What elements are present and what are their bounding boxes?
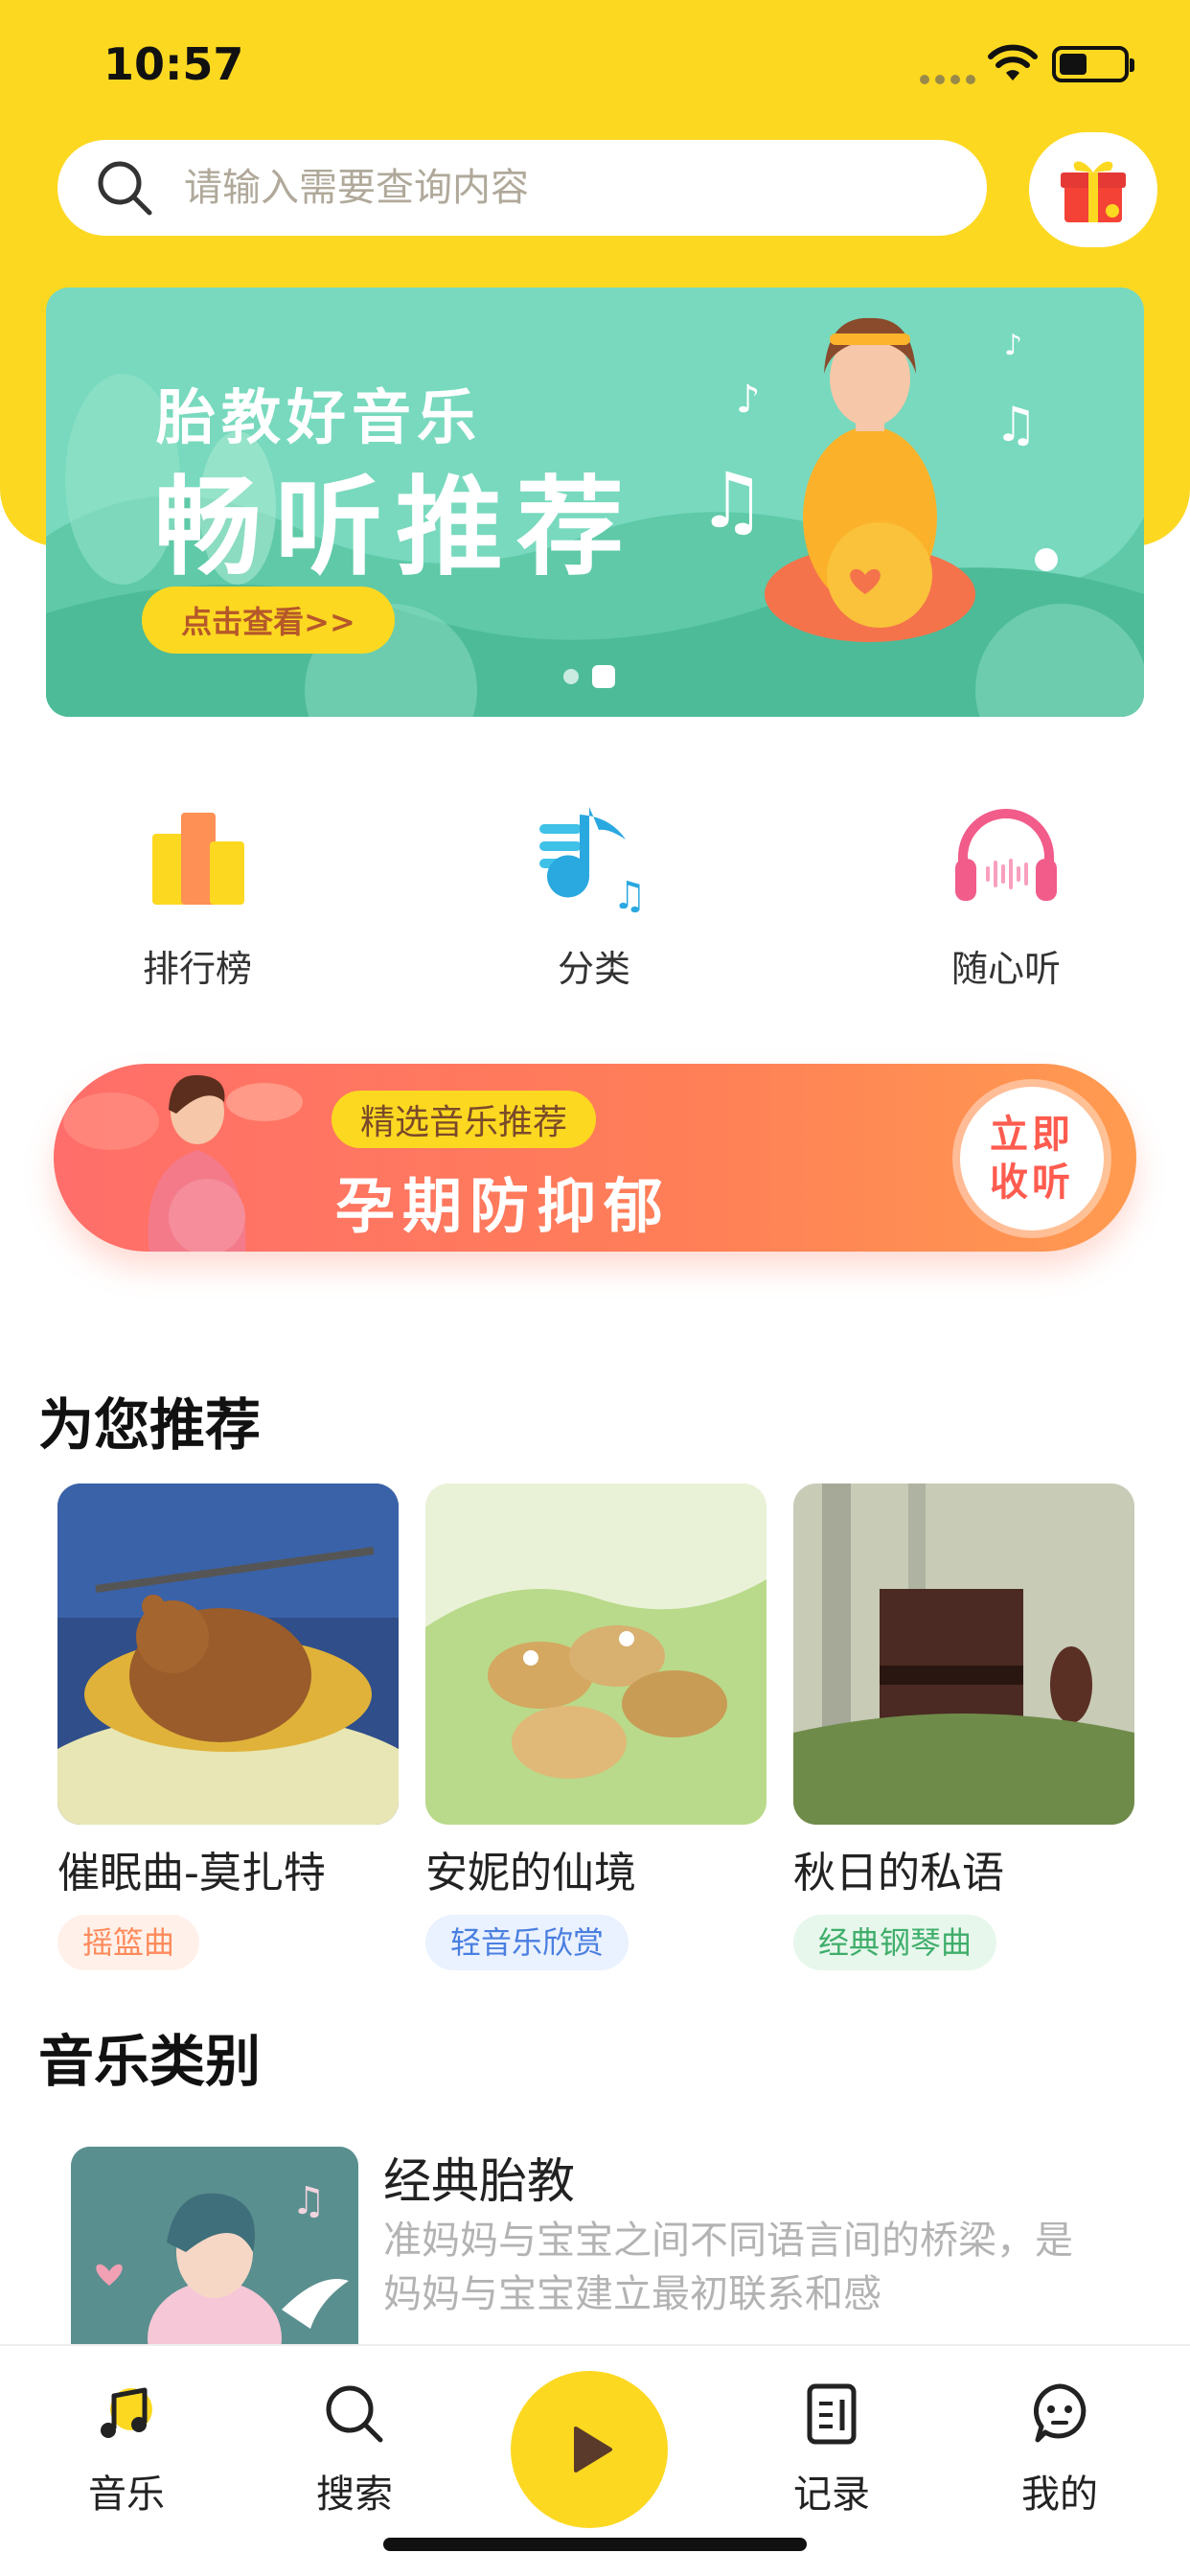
tab-label: 音乐 [88,2472,165,2517]
listen-now-button[interactable]: 立即 收听 [960,1087,1104,1230]
tab-profile[interactable]: 我的 [983,2380,1136,2518]
piano-artwork [793,1484,1134,1825]
tab-record[interactable]: 记录 [755,2380,908,2518]
record-icon [807,2383,857,2445]
svg-text:♪: ♪ [736,378,761,422]
search-icon [98,161,152,216]
tab-label: 搜索 [316,2472,393,2517]
search-input[interactable] [184,166,931,210]
gift-icon [1061,161,1126,222]
wifi-icon [988,44,1038,80]
pregnant-woman-illustration [63,1074,303,1252]
tab-search[interactable]: 搜索 [278,2380,431,2518]
banner-title: 畅听推荐 [154,466,637,590]
recommend-title: 催眠曲-莫扎特 [57,1849,326,1898]
quick-nav-ranking[interactable]: 排行榜 [54,795,341,1006]
category-thumbnail[interactable]: ♫ [71,2147,358,2367]
play-icon [574,2426,612,2472]
category-artwork: ♫ [71,2147,358,2367]
status-time: 10:57 [103,38,244,90]
recommend-tag: 摇篮曲 [57,1915,200,1970]
play-button[interactable] [511,2371,668,2528]
bear-artwork [57,1484,399,1825]
quick-nav-random[interactable]: 随心听 [862,795,1150,1006]
home-indicator[interactable] [383,2538,807,2551]
recommend-card[interactable]: 安妮的仙境 轻音乐欣赏 [425,1484,767,1970]
ranking-icon [152,813,244,905]
svg-text:♫: ♫ [995,397,1038,452]
tab-label: 我的 [1021,2472,1098,2517]
music-note-icon [101,2387,152,2438]
banner-dot[interactable] [563,669,579,684]
battery-icon [1052,46,1134,82]
search-icon [326,2385,383,2443]
tab-label: 记录 [793,2472,870,2517]
recommend-title: 秋日的私语 [793,1849,1004,1898]
recommend-card[interactable]: 催眠曲-莫扎特 摇篮曲 [57,1484,399,1970]
featured-banner[interactable]: ♫ ♪ ♫ ♪ 胎教好音乐 畅听推荐 点击查看>> [46,288,1144,717]
search-bar[interactable] [57,140,987,236]
category-icon: ♫ [539,807,647,918]
svg-text:♫: ♫ [612,874,647,918]
category-title[interactable]: 经典胎教 [383,2143,575,2212]
promo-banner[interactable]: 精选音乐推荐 孕期防抑郁 立即 收听 [54,1064,1136,1252]
banner-pagination[interactable] [563,665,615,688]
recommend-tag: 经典钢琴曲 [793,1915,997,1970]
svg-text:♪: ♪ [1004,329,1022,362]
recommend-card[interactable]: 秋日的私语 经典钢琴曲 [793,1484,1134,1970]
category-heading: 音乐类别 [38,2029,262,2094]
tab-music[interactable]: 音乐 [50,2380,203,2518]
quick-nav-category[interactable]: ♫ 分类 [450,795,738,1006]
signal-icon [920,75,975,84]
banner-view-button[interactable]: 点击查看>> [142,586,395,654]
gift-button[interactable] [1029,132,1157,247]
quick-nav-label: 排行榜 [142,948,252,990]
recommend-tag: 轻音乐欣赏 [425,1915,629,1970]
recommend-title: 安妮的仙境 [425,1849,636,1898]
category-description: 准妈妈与宝宝之间不同语言间的桥梁，是妈妈与宝宝建立最初联系和感 [383,2219,1073,2316]
frogs-artwork [425,1484,767,1825]
svg-text:♫: ♫ [698,456,767,545]
promo-tag: 精选音乐推荐 [332,1091,597,1148]
listen-now-label-1: 立即 [990,1113,1074,1157]
recommend-heading: 为您推荐 [38,1392,262,1458]
quick-nav-label: 分类 [557,948,630,990]
quick-nav-label: 随心听 [950,948,1061,990]
promo-title: 孕期防抑郁 [335,1171,672,1241]
album-cover[interactable] [425,1484,767,1825]
album-cover[interactable] [57,1484,399,1825]
status-bar: 10:57 [0,0,1190,125]
headphones-icon [955,809,1057,901]
album-cover[interactable] [793,1484,1134,1825]
listen-now-label-2: 收听 [990,1161,1074,1205]
svg-text:♫: ♫ [291,2179,326,2223]
profile-icon [1033,2383,1087,2443]
banner-dot-active[interactable] [592,665,615,688]
